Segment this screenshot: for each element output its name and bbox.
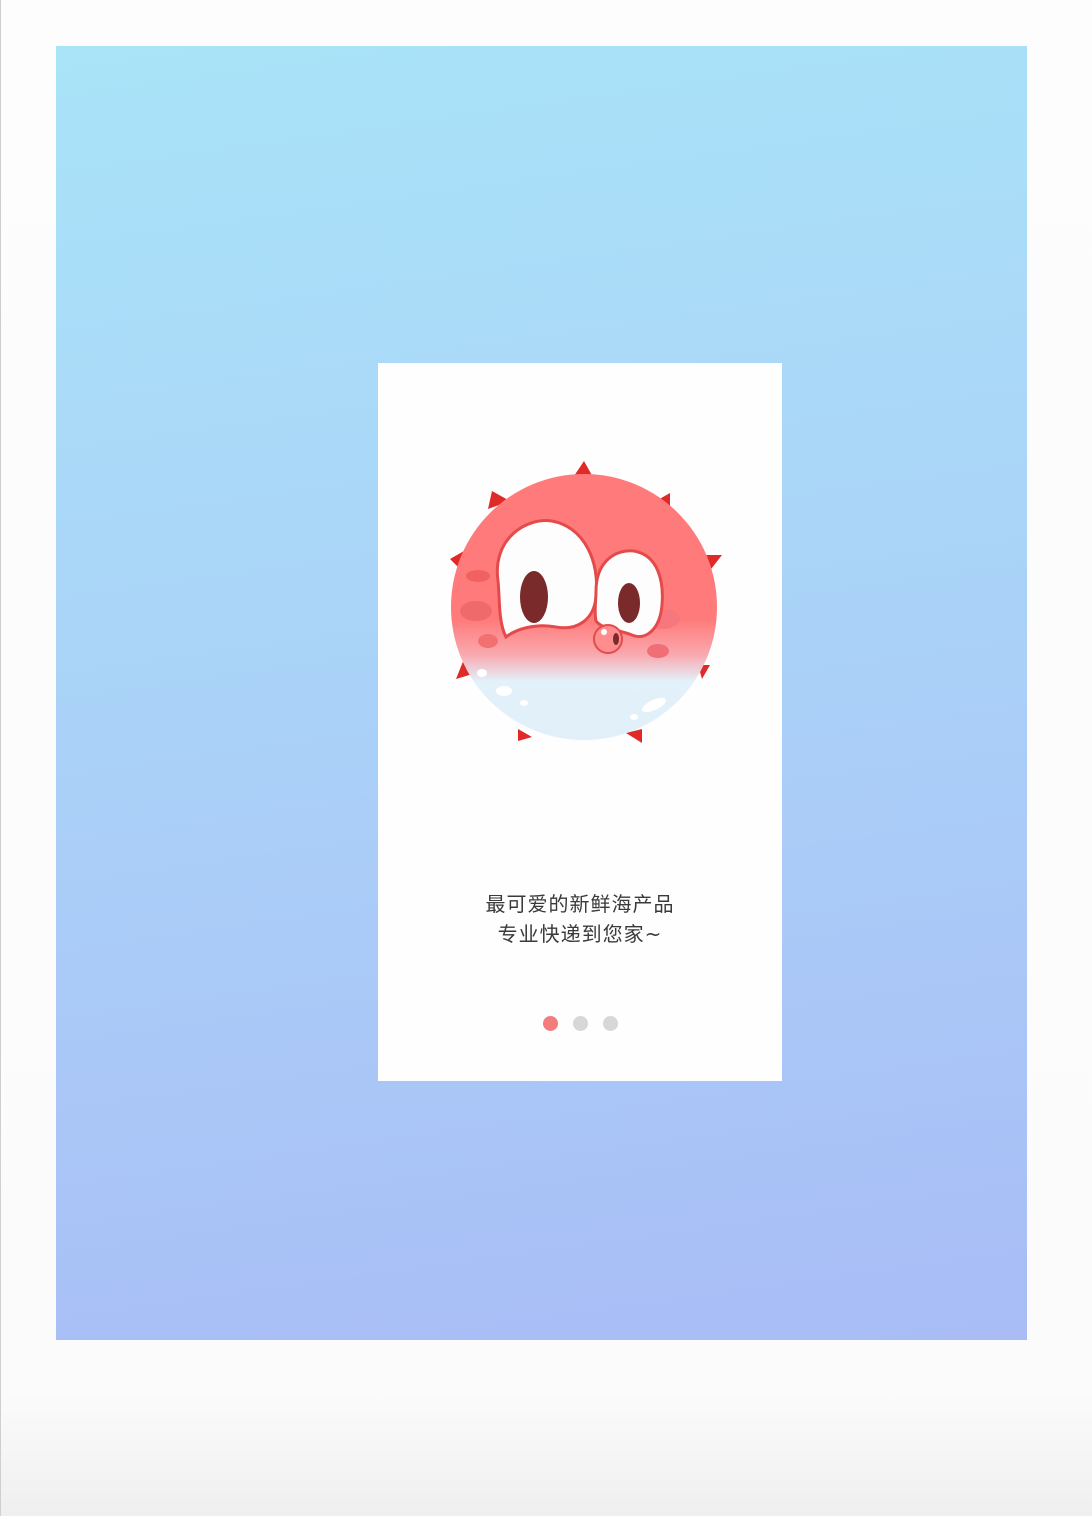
page-dot-1[interactable] [542,1016,558,1031]
page-indicator [378,1016,782,1031]
background-panel: 最可爱的新鲜海产品 专业快递到您家~ [56,46,1027,1340]
phone-screen: 最可爱的新鲜海产品 专业快递到您家~ [378,363,782,1081]
pufferfish-illustration [446,459,726,749]
page: 最可爱的新鲜海产品 专业快递到您家~ [0,0,1092,1516]
page-dot-3[interactable] [602,1016,618,1031]
slogan: 最可爱的新鲜海产品 专业快递到您家~ [378,889,782,949]
page-dot-2[interactable] [572,1016,588,1031]
slogan-line-2: 专业快递到您家~ [497,922,663,946]
slogan-line-1: 最可爱的新鲜海产品 [485,892,675,916]
